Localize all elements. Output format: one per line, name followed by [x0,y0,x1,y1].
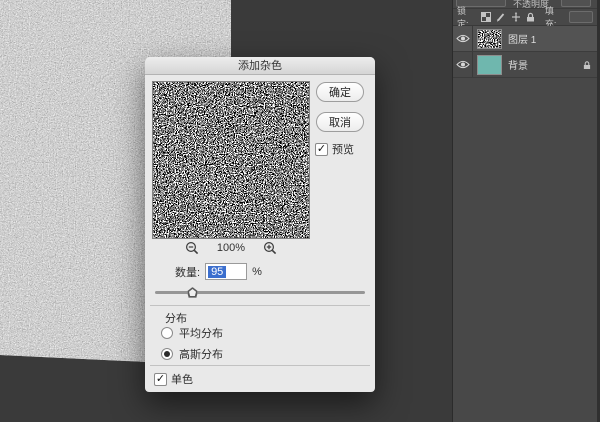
layer-thumbnail-noise[interactable] [477,29,502,49]
radio-selected-icon [161,348,173,360]
lock-all-icon[interactable] [526,12,535,22]
divider [150,365,370,366]
amount-label: 数量: [175,264,200,280]
checkbox-check-icon: ✓ [154,373,167,386]
amount-row: 数量: 95 % [175,263,262,280]
layer-row-background[interactable]: 背景 [453,52,597,78]
radio-gaussian-distribution[interactable]: 高斯分布 [161,346,223,362]
zoom-out-icon[interactable] [185,241,199,255]
layer-name[interactable]: 背景 [508,57,583,72]
lock-transparent-pixels-icon[interactable] [481,12,491,22]
preview-noise-texture [153,82,309,238]
visibility-eye-icon[interactable] [453,52,473,77]
lock-position-icon[interactable] [511,12,521,22]
radio-uniform-label: 平均分布 [179,325,223,341]
slider-thumb[interactable] [187,287,198,298]
monochromatic-label: 单色 [171,371,193,387]
photoshop-workspace: 添加杂色 确定 取消 ✓ 预览 100% [0,0,600,422]
amount-unit: % [252,266,262,278]
cancel-button[interactable]: 取消 [316,112,364,132]
checkbox-check-icon: ✓ [315,143,328,156]
divider [150,305,370,306]
fill-value-dropdown[interactable] [569,11,593,23]
radio-uniform-distribution[interactable]: 平均分布 [161,325,223,341]
layer-lock-icon [583,60,591,70]
amount-input[interactable]: 95 [205,263,247,280]
layer-thumbnail-solid[interactable] [477,55,502,75]
ok-button[interactable]: 确定 [316,82,364,102]
dialog-titlebar[interactable]: 添加杂色 [145,57,375,75]
noise-preview-area[interactable] [152,81,310,239]
opacity-value-dropdown[interactable] [561,0,591,7]
zoom-in-icon[interactable] [263,241,277,255]
preview-checkbox-label: 预览 [332,141,354,157]
thumbnail-noise-texture [478,30,501,48]
layers-panel: 不透明度 锁定: [452,0,600,422]
add-noise-dialog: 添加杂色 确定 取消 ✓ 预览 100% [145,57,375,392]
radio-gaussian-label: 高斯分布 [179,346,223,362]
zoom-controls: 100% [152,241,310,255]
monochromatic-checkbox[interactable]: ✓ 单色 [154,371,193,387]
lock-image-pixels-icon[interactable] [496,12,506,22]
layer-name[interactable]: 图层 1 [508,31,597,46]
visibility-eye-icon[interactable] [453,26,473,51]
amount-slider[interactable] [155,286,365,298]
distribution-label: 分布 [165,310,187,326]
radio-icon [161,327,173,339]
opacity-label: 不透明度 [513,0,549,9]
zoom-level: 100% [217,242,245,254]
lock-row: 锁定: [453,9,597,26]
amount-value-selected: 95 [208,266,226,278]
preview-checkbox[interactable]: ✓ 预览 [315,141,354,157]
layer-row-layer1[interactable]: 图层 1 [453,26,597,52]
slider-track[interactable] [155,291,365,294]
